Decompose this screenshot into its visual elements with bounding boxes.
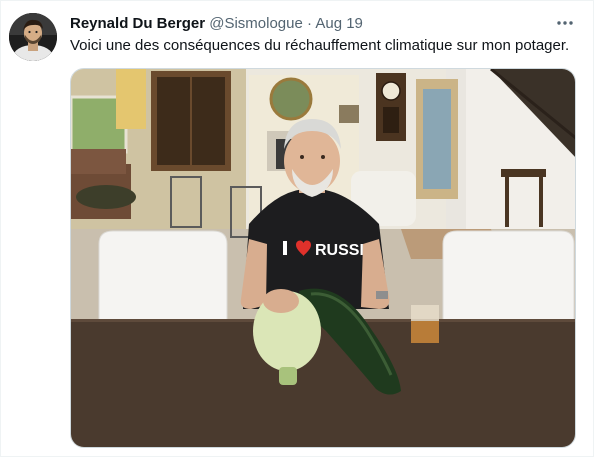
- tweet-text: Voici une des conséquences du réchauffem…: [70, 37, 570, 54]
- tweet-header: Reynald Du Berger @Sismologue · Aug 19: [70, 14, 363, 34]
- avatar-image: [9, 13, 57, 61]
- avatar[interactable]: [9, 13, 57, 61]
- photo-illustration: RUSSIA: [71, 69, 575, 447]
- tweet-date[interactable]: Aug 19: [315, 15, 363, 32]
- more-options-button[interactable]: [552, 12, 578, 34]
- author-handle[interactable]: @Sismologue: [209, 15, 303, 32]
- more-horizontal-icon: [557, 21, 573, 25]
- tweet-media-photo[interactable]: RUSSIA: [70, 68, 576, 448]
- tweet[interactable]: Reynald Du Berger @Sismologue · Aug 19 V…: [0, 0, 596, 459]
- author-display-name[interactable]: Reynald Du Berger: [70, 15, 205, 32]
- header-separator: ·: [307, 15, 312, 32]
